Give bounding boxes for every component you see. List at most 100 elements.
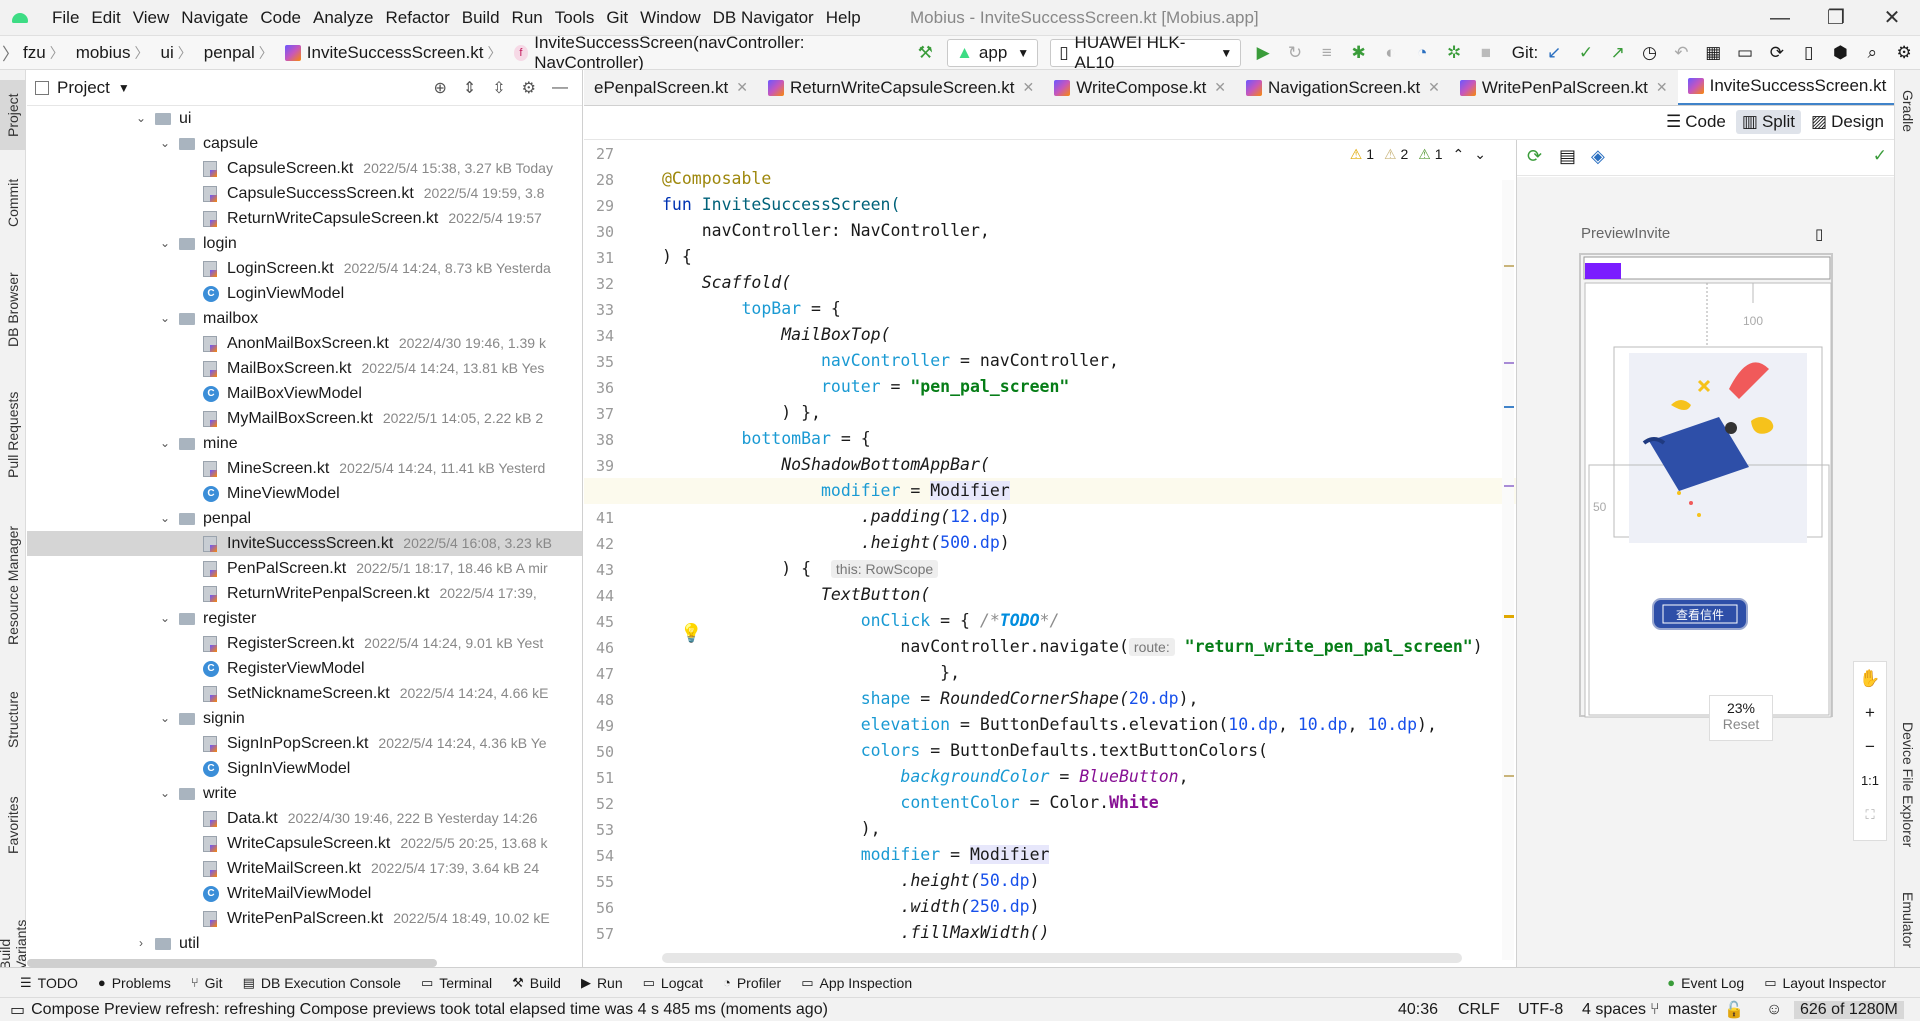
tree-item[interactable]: WriteCapsuleScreen.kt 2022/5/5 20:25, 13.… (27, 831, 582, 856)
git-branch[interactable]: master (1668, 1001, 1717, 1019)
lock-icon[interactable]: 🔓 (1724, 1000, 1744, 1020)
chevron-down-icon[interactable]: ▼ (118, 81, 130, 95)
menu-navigate[interactable]: Navigate (175, 0, 254, 36)
breadcrumb-mobius[interactable]: mobius 〉 (72, 43, 157, 63)
hammer-icon[interactable]: ⚒ (912, 39, 938, 67)
tool-tab-emulator[interactable]: Emulator (1895, 880, 1920, 960)
coverage-icon[interactable]: ◐ (1378, 39, 1404, 67)
tree-item[interactable]: InviteSuccessScreen.kt 2022/5/4 16:08, 3.… (27, 531, 582, 556)
deploy-to-device-icon[interactable]: ▯ (1815, 225, 1823, 243)
search-icon[interactable]: ⌕ (1859, 39, 1885, 67)
editor-tab[interactable]: WriteCompose.kt ✕ (1044, 70, 1236, 105)
split-mode-button[interactable]: ▥ Split (1735, 110, 1802, 134)
tool-window-git[interactable]: ⑂ Git (191, 975, 223, 991)
tool-window-logcat[interactable]: ▭ Logcat (643, 975, 703, 991)
menu-refactor[interactable]: Refactor (379, 0, 455, 36)
chevron-down-icon[interactable]: ⌄ (159, 231, 171, 256)
fit-screen-icon[interactable]: ⛶ (1854, 798, 1886, 832)
file-encoding[interactable]: UTF-8 (1518, 1001, 1563, 1019)
tree-item[interactable]: › util (27, 931, 582, 956)
menu-edit[interactable]: Edit (85, 0, 126, 36)
close-icon[interactable]: ✕ (1656, 79, 1668, 96)
sync-gradle-icon[interactable]: ⟳ (1764, 39, 1790, 67)
chevron-down-icon[interactable]: ⌄ (159, 706, 171, 731)
menu-analyze[interactable]: Analyze (307, 0, 379, 36)
close-button[interactable]: ✕ (1864, 0, 1920, 36)
tree-item[interactable]: WritePenPalScreen.kt 2022/5/4 18:49, 10.0… (27, 906, 582, 931)
menu-tools[interactable]: Tools (549, 0, 601, 36)
device-manager-icon[interactable]: ▯ (1796, 39, 1822, 67)
zoom-in-icon[interactable]: + (1854, 696, 1886, 730)
tree-item[interactable]: LoginScreen.kt 2022/5/4 14:24, 8.73 kB Ye… (27, 256, 582, 281)
design-mode-button[interactable]: ▨ Design (1805, 110, 1890, 134)
breadcrumb-ui[interactable]: ui 〉 (157, 43, 200, 63)
hide-icon[interactable]: — (552, 79, 568, 97)
menu-file[interactable]: File (46, 0, 85, 36)
breadcrumb-function[interactable]: f InviteSuccessScreen(navController: NavC… (510, 33, 893, 73)
reset-zoom-button[interactable]: Reset (1710, 716, 1772, 732)
tree-item[interactable]: MailBoxScreen.kt 2022/5/4 14:24, 13.81 kB… (27, 356, 582, 381)
avd-manager-icon[interactable]: ▭ (1732, 39, 1758, 67)
git-commit-icon[interactable]: ✓ (1573, 39, 1599, 67)
tool-tab-pull-requests[interactable]: Pull Requests (0, 380, 26, 490)
tree-item[interactable]: WriteMailScreen.kt 2022/5/4 17:39, 3.64 k… (27, 856, 582, 881)
tool-window-problems[interactable]: ● Problems (98, 975, 171, 991)
minimize-button[interactable]: — (1752, 0, 1808, 36)
breadcrumb-fzu[interactable]: fzu 〉 (19, 43, 72, 63)
code-mode-button[interactable]: ☰ Code (1660, 110, 1732, 134)
editor-horizontal-scrollbar[interactable] (662, 953, 1462, 963)
project-structure-icon[interactable]: ▦ (1700, 39, 1726, 67)
maximize-button[interactable]: ❐ (1808, 0, 1864, 36)
menu-build[interactable]: Build (456, 0, 506, 36)
project-title[interactable]: Project (57, 78, 110, 98)
tree-item[interactable]: SetNicknameScreen.kt 2022/5/4 14:24, 4.66… (27, 681, 582, 706)
tree-item[interactable]: CapsuleScreen.kt 2022/5/4 15:38, 3.27 kB … (27, 156, 582, 181)
menu-window[interactable]: Window (634, 0, 706, 36)
refresh-icon[interactable]: ⟳ (1527, 146, 1542, 167)
status-icon[interactable]: ▭ (10, 1000, 25, 1020)
memory-indicator[interactable]: 626 of 1280M (1794, 1000, 1904, 1019)
rollback-icon[interactable]: ↶ (1669, 39, 1695, 67)
tree-item[interactable]: CapsuleSuccessScreen.kt 2022/5/4 19:59, 3… (27, 181, 582, 206)
sdk-manager-icon[interactable]: ⬢ (1828, 39, 1854, 67)
menu-help[interactable]: Help (820, 0, 867, 36)
menu-run[interactable]: Run (506, 0, 549, 36)
tree-item[interactable]: ⌄ penpal (27, 506, 582, 531)
expand-all-icon[interactable]: ⇕ (463, 78, 476, 98)
menu-db-navigator[interactable]: DB Navigator (707, 0, 820, 36)
tree-item[interactable]: RegisterScreen.kt 2022/5/4 14:24, 9.01 kB… (27, 631, 582, 656)
tool-tab-resource-manager[interactable]: Resource Manager (0, 510, 26, 660)
tree-item[interactable]: Data.kt 2022/4/30 19:46, 222 B Yesterday … (27, 806, 582, 831)
tree-item[interactable]: MineScreen.kt 2022/5/4 14:24, 11.41 kB Ye… (27, 456, 582, 481)
editor-tab[interactable]: ePenpalScreen.kt ✕ (584, 70, 758, 105)
breadcrumb-penpal[interactable]: penpal 〉 (200, 43, 281, 63)
gear-icon[interactable]: ⚙ (522, 78, 536, 98)
tree-item[interactable]: C MineViewModel (27, 481, 582, 506)
line-separator[interactable]: CRLF (1458, 1001, 1500, 1019)
tree-item[interactable]: C LoginViewModel (27, 281, 582, 306)
locate-icon[interactable]: ⊕ (433, 78, 446, 98)
run-config-dropdown[interactable]: ▲ app ▼ (947, 38, 1039, 67)
tree-item[interactable]: ReturnWriteCapsuleScreen.kt 2022/5/4 19:5… (27, 206, 582, 231)
tool-window-todo[interactable]: ☰ TODO (20, 975, 78, 991)
editor-tab[interactable]: NavigationScreen.kt ✕ (1236, 70, 1450, 105)
tool-window-db-execution-console[interactable]: ▤ DB Execution Console (243, 975, 401, 991)
tool-tab-build-variants[interactable]: Build Variants (0, 890, 26, 970)
menu-view[interactable]: View (127, 0, 176, 36)
status-message[interactable]: Compose Preview refresh: refreshing Comp… (31, 1001, 828, 1019)
tool-window-terminal[interactable]: ▭ Terminal (421, 975, 492, 991)
tree-item[interactable]: ⌄ register (27, 606, 582, 631)
tree-item[interactable]: C SignInViewModel (27, 756, 582, 781)
inspections-icon[interactable]: ☺ (1766, 1001, 1782, 1019)
close-icon[interactable]: ✕ (1428, 79, 1440, 96)
tool-tab-gradle[interactable]: Gradle (1895, 76, 1920, 146)
tree-item[interactable]: MyMailBoxScreen.kt 2022/5/1 14:05, 2.22 k… (27, 406, 582, 431)
history-icon[interactable]: ◷ (1637, 39, 1663, 67)
tree-item[interactable]: AnonMailBoxScreen.kt 2022/4/30 19:46, 1.3… (27, 331, 582, 356)
stop-icon[interactable]: ■ (1473, 39, 1499, 67)
horizontal-scrollbar[interactable] (27, 959, 437, 967)
code-editor[interactable]: ⚠ 1 ⚠ 2 ⚠ 1 ⌃ ⌄ 27 28 29 30 31 32 33 34 35 36 37 38… (584, 140, 1516, 967)
zoom-1-1-button[interactable]: 1:1 (1854, 764, 1886, 798)
tree-item[interactable]: ⌄ mailbox (27, 306, 582, 331)
tree-item[interactable]: ReturnWritePenpalScreen.kt 2022/5/4 17:39… (27, 581, 582, 606)
